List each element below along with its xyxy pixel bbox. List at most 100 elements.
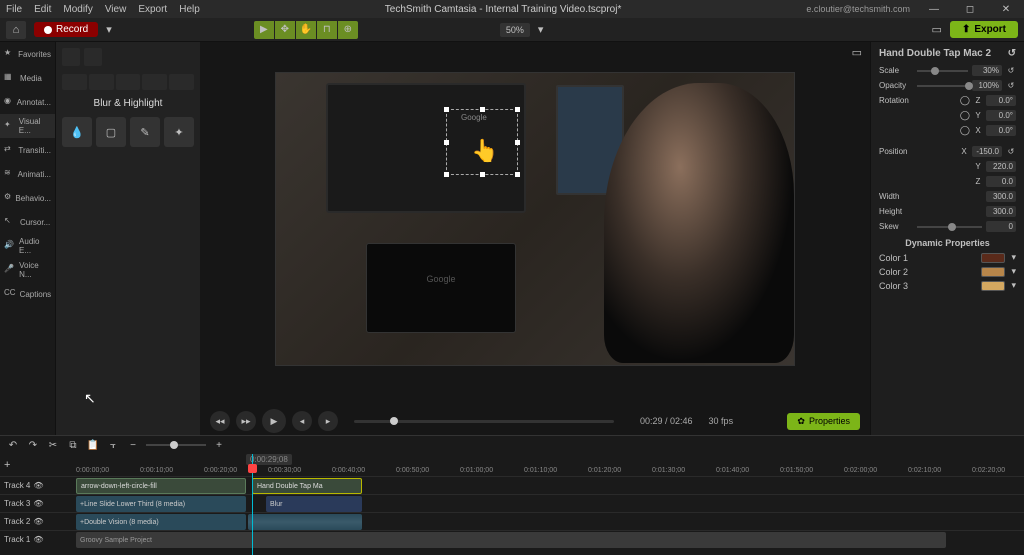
properties-button[interactable]: ✿Properties [787,413,860,430]
next-frame-button[interactable]: ▸▸ [236,411,256,431]
menu-view[interactable]: View [105,4,127,15]
color2-more-icon[interactable]: ▾ [1011,266,1016,277]
clip-arrow[interactable]: arrow-down-left-circle-fill [76,478,246,494]
sidebar-audio[interactable]: 🔊Audio E... [0,234,55,258]
track-label-4[interactable]: Track 4👁 [0,476,56,494]
undo-icon[interactable]: ↶ [6,438,20,452]
sidebar-voice[interactable]: 🎤Voice N... [0,258,55,282]
seek-thumb[interactable] [390,417,398,425]
media-bin-icon[interactable] [62,48,80,66]
effect-highlight[interactable]: ▢ [96,117,126,147]
clip-groovy[interactable]: Groovy Sample Project [76,532,946,548]
hand-tool[interactable]: ✋ [296,21,316,39]
close-icon[interactable]: ✕ [994,4,1018,15]
eye-icon[interactable]: 👁 [33,481,43,490]
reset-all-icon[interactable]: ↺ [1008,48,1016,59]
zoom-tool[interactable]: ⊕ [338,21,358,39]
rotation-x-value[interactable]: 0.0° [986,125,1016,136]
rotation-dial-icon[interactable]: ◯ [960,125,970,136]
track-2[interactable]: + Double Vision (8 media) [56,512,1024,530]
clip-audio-wave[interactable] [248,514,362,530]
menu-file[interactable]: File [6,4,22,15]
subtab-3[interactable] [116,74,141,90]
track-label-2[interactable]: Track 2👁 [0,512,56,530]
resize-handle[interactable] [480,172,485,177]
record-button[interactable]: Record [34,22,98,37]
rotation-z-value[interactable]: 0.0° [986,95,1016,106]
width-value[interactable]: 300.0 [986,191,1016,202]
menu-modify[interactable]: Modify [63,4,92,15]
sidebar-media[interactable]: ▦Media [0,66,55,90]
sidebar-cursor[interactable]: ↖Cursor... [0,210,55,234]
split-icon[interactable]: ⫟ [106,438,120,452]
scale-value[interactable]: 30% [972,65,1002,76]
zoom-out-icon[interactable]: − [126,438,140,452]
position-x-value[interactable]: -150.0 [972,146,1002,157]
copy-icon[interactable]: ⧉ [66,438,80,452]
playhead[interactable] [252,454,253,555]
home-button[interactable]: ⌂ [6,21,26,39]
canvas-frame[interactable]: Google 👆 [200,62,870,407]
reset-icon[interactable]: ↺ [1006,66,1016,75]
sidebar-behaviors[interactable]: ⚙Behavio... [0,186,55,210]
zoom-in-icon[interactable]: + [212,438,226,452]
eye-icon[interactable]: 👁 [33,517,43,526]
reset-icon[interactable]: ↺ [1006,147,1016,156]
color3-swatch[interactable] [981,281,1005,291]
resize-handle[interactable] [444,107,449,112]
subtab-2[interactable] [89,74,114,90]
paste-icon[interactable]: 📋 [86,438,100,452]
prev-clip-button[interactable]: ◂ [292,411,312,431]
clip-line-slide[interactable]: + Line Slide Lower Third (8 media) [76,496,246,512]
resize-handle[interactable] [515,140,520,145]
height-value[interactable]: 300.0 [986,206,1016,217]
sidebar-animations[interactable]: ≋Animati... [0,162,55,186]
sidebar-favorites[interactable]: ★Favorites [0,42,55,66]
reset-icon[interactable]: ↺ [1006,81,1016,90]
sidebar-transitions[interactable]: ⇄Transiti... [0,138,55,162]
sidebar-visual-effects[interactable]: ✦Visual E... [0,114,55,138]
eye-icon[interactable]: 👁 [33,535,43,544]
sidebar-annotations[interactable]: ◉Annotat... [0,90,55,114]
menu-export[interactable]: Export [138,4,167,15]
eyedropper-icon[interactable] [84,48,102,66]
resize-handle[interactable] [515,107,520,112]
scale-slider[interactable] [917,70,968,72]
skew-slider[interactable] [917,226,982,228]
zoom-level[interactable]: 50% [500,23,530,37]
resize-handle[interactable] [444,172,449,177]
color3-more-icon[interactable]: ▾ [1011,280,1016,291]
effect-pixelate[interactable]: ✎ [130,117,160,147]
maximize-icon[interactable]: ◻ [958,4,982,15]
sidebar-captions[interactable]: CCCaptions [0,282,55,306]
prev-frame-button[interactable]: ◂◂ [210,411,230,431]
position-y-value[interactable]: 220.0 [986,161,1016,172]
magnet-tool[interactable]: ⊓ [317,21,337,39]
resize-handle[interactable] [515,172,520,177]
clip-hand-tap[interactable]: Hand Double Tap Ma [252,478,362,494]
timeline-zoom-slider[interactable] [146,444,206,446]
resize-handle[interactable] [444,140,449,145]
opacity-value[interactable]: 100% [972,80,1002,91]
track-label-1[interactable]: Track 1👁 [0,530,56,548]
color2-swatch[interactable] [981,267,1005,277]
timeline-ruler[interactable]: 0:00:00;00 0:00:10;00 0:00:20;00 0:00:30… [56,454,1024,476]
clip-double-vision[interactable]: + Double Vision (8 media) [76,514,246,530]
skew-value[interactable]: 0 [986,221,1016,232]
timeline-tracks[interactable]: 0:00:00;00 0:00:10;00 0:00:20;00 0:00:30… [56,454,1024,555]
minimize-icon[interactable]: — [922,4,946,15]
next-clip-button[interactable]: ▸ [318,411,338,431]
select-tool[interactable]: ▶ [254,21,274,39]
resize-handle[interactable] [480,107,485,112]
effect-spotlight[interactable]: ✦ [164,117,194,147]
track-4[interactable]: arrow-down-left-circle-fill Hand Double … [56,476,1024,494]
export-button[interactable]: ⬆Export [950,21,1018,38]
user-account[interactable]: e.cloutier@techsmith.com [806,4,910,14]
opacity-slider[interactable] [917,85,968,87]
zoom-dropdown-icon[interactable]: ▾ [538,23,544,36]
clip-blur[interactable]: Blur [266,496,362,512]
position-z-value[interactable]: 0.0 [986,176,1016,187]
redo-icon[interactable]: ↷ [26,438,40,452]
effect-blur[interactable]: 💧 [62,117,92,147]
track-3[interactable]: + Line Slide Lower Third (8 media) Blur [56,494,1024,512]
